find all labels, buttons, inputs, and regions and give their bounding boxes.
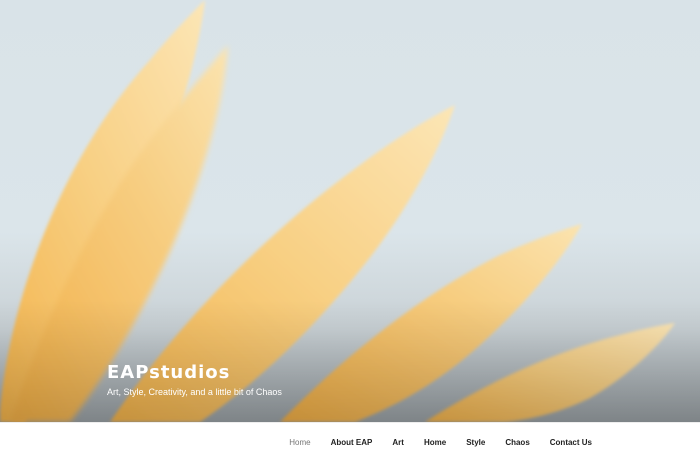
site-title[interactable]: EAPstudios <box>107 362 282 384</box>
menu-item-art[interactable]: Art <box>392 438 404 447</box>
menu-item-contact-us[interactable]: Contact Us <box>550 438 592 447</box>
site-branding: EAPstudios Art, Style, Creativity, and a… <box>107 362 282 398</box>
header-shade <box>0 300 700 422</box>
menu-item-home[interactable]: Home <box>289 438 310 447</box>
menu-item-chaos[interactable]: Chaos <box>505 438 529 447</box>
page: EAPstudios Art, Style, Creativity, and a… <box>0 0 700 460</box>
menu-item-about-eap[interactable]: About EAP <box>331 438 373 447</box>
main-navigation: Home About EAP Art Home Style Chaos Cont… <box>0 422 700 460</box>
header-image: EAPstudios Art, Style, Creativity, and a… <box>0 0 700 422</box>
site-description: Art, Style, Creativity, and a little bit… <box>107 387 282 397</box>
menu: Home About EAP Art Home Style Chaos Cont… <box>289 423 592 460</box>
menu-item-home-2[interactable]: Home <box>424 438 446 447</box>
menu-item-style[interactable]: Style <box>466 438 485 447</box>
